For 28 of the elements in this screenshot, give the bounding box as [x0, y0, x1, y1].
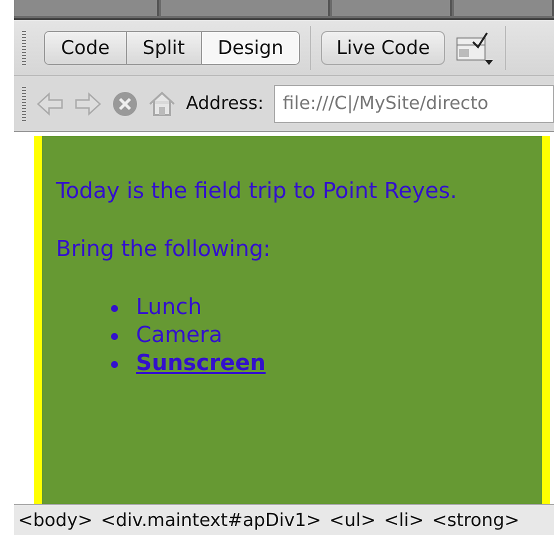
document-tab[interactable]: [332, 0, 452, 16]
document-tab[interactable]: [454, 0, 554, 16]
tag-selector-item[interactable]: <div.maintext#apDiv1>: [100, 510, 322, 530]
bullet-icon: [111, 360, 118, 368]
bullet-icon: [111, 332, 118, 340]
home-icon[interactable]: [148, 90, 176, 116]
live-code-button[interactable]: Live Code: [321, 30, 445, 64]
paragraph: Bring the following:: [56, 236, 272, 264]
visual-aids-icon[interactable]: [454, 30, 495, 66]
back-arrow-icon[interactable]: [36, 92, 64, 116]
bullet-icon: [111, 304, 118, 312]
forward-arrow-icon[interactable]: [74, 92, 102, 116]
view-button[interactable]: Split: [126, 32, 202, 64]
list-item: Sunscreen: [136, 350, 266, 378]
tag-selector-item[interactable]: <ul>: [329, 510, 376, 530]
view-button[interactable]: Code: [45, 32, 127, 64]
address-field[interactable]: file:///C|/MySite/directo: [274, 84, 554, 122]
list-item: Camera: [136, 322, 222, 350]
tag-selector-item[interactable]: <strong>: [432, 510, 520, 530]
list-item: Lunch: [136, 294, 202, 322]
paragraph: Today is the field trip to Point Reyes.: [56, 178, 458, 206]
view-button[interactable]: Design: [202, 32, 300, 64]
address-label: Address:: [186, 93, 264, 114]
tag-selector-item[interactable]: <body>: [18, 510, 93, 530]
tag-selector-item[interactable]: <li>: [384, 510, 424, 530]
stop-icon[interactable]: [112, 90, 138, 116]
document-tab[interactable]: [14, 0, 159, 16]
document-tab[interactable]: [160, 0, 330, 16]
